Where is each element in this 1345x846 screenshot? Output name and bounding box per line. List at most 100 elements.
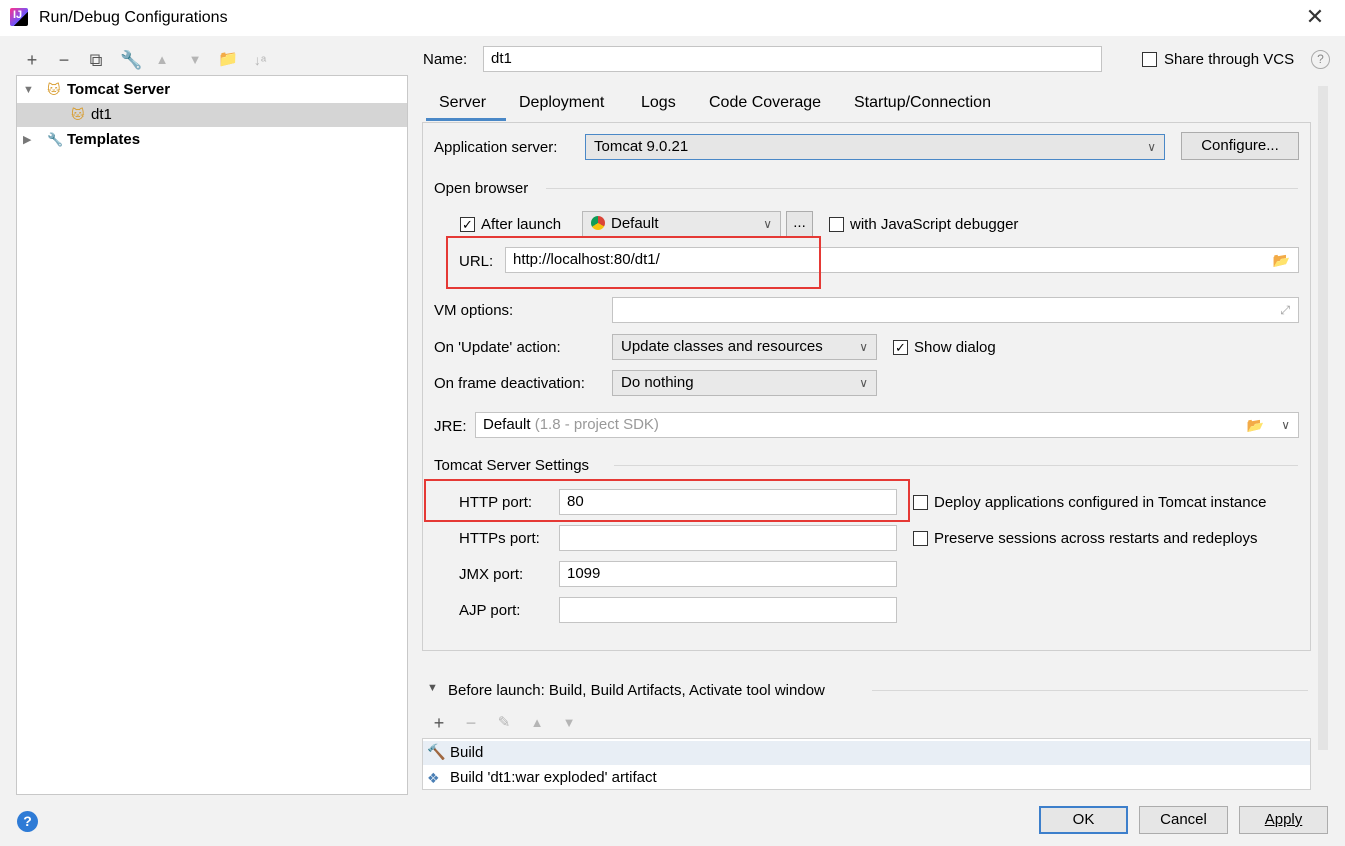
tab-startup-connection[interactable]: Startup/Connection (854, 94, 991, 112)
browser-select[interactable]: Default ∨ (582, 211, 781, 237)
folder-icon[interactable]: 📂 (1273, 248, 1290, 272)
jmx-port-label: JMX port: (459, 566, 524, 583)
help-icon[interactable]: ? (1311, 50, 1330, 69)
folder-icon[interactable]: 📂 (1247, 413, 1264, 437)
help-icon[interactable]: ? (17, 811, 38, 832)
move-down-icon[interactable]: ▼ (559, 713, 579, 733)
move-up-icon[interactable]: ▲ (527, 713, 547, 733)
before-launch-list[interactable]: 🔨 Build ❖ Build 'dt1:war exploded' artif… (422, 738, 1311, 790)
app-server-value: Tomcat 9.0.21 (594, 138, 689, 155)
browser-value: Default (611, 215, 659, 232)
tree-label-tomcat: Tomcat Server (67, 81, 171, 98)
configure-button[interactable]: Configure... (1181, 132, 1299, 160)
on-frame-label: On frame deactivation: (434, 375, 585, 392)
list-item[interactable]: 🔨 Build (423, 741, 1310, 765)
tab-server[interactable]: Server (439, 94, 486, 112)
share-vcs-checkbox[interactable] (1142, 52, 1157, 67)
on-frame-select[interactable]: Do nothing ∨ (612, 370, 877, 396)
tomcat-settings-label: Tomcat Server Settings (434, 457, 590, 474)
copy-icon[interactable]: ⧉ (86, 50, 106, 70)
chevron-down-icon[interactable]: ∨ (1281, 413, 1290, 437)
artifact-icon: ❖ (427, 770, 440, 786)
new-folder-icon[interactable]: 📁 (218, 50, 238, 70)
ajp-port-label: AJP port: (459, 602, 521, 619)
chevron-down-icon: ∨ (859, 376, 868, 390)
ok-button[interactable]: OK (1039, 806, 1128, 834)
jmx-port-input[interactable]: 1099 (559, 561, 897, 587)
after-launch-label: After launch (481, 216, 562, 233)
url-highlight-box (446, 236, 821, 289)
http-port-highlight-box (424, 479, 910, 522)
https-port-input[interactable] (559, 525, 897, 551)
https-port-label: HTTPs port: (459, 530, 540, 547)
show-dialog-label: Show dialog (914, 339, 996, 356)
tomcat-icon: 🐱 (47, 82, 61, 97)
on-update-label: On 'Update' action: (434, 339, 561, 356)
chrome-icon (591, 216, 605, 230)
preserve-sessions-label: Preserve sessions across restarts and re… (934, 530, 1258, 547)
after-launch-checkbox[interactable]: ✓ (460, 217, 475, 232)
show-dialog-checkbox[interactable]: ✓ (893, 340, 908, 355)
on-update-value: Update classes and resources (621, 338, 823, 355)
sort-icon[interactable]: ↓ᵃ (250, 50, 270, 70)
divider (614, 465, 1298, 466)
ajp-port-input[interactable] (559, 597, 897, 623)
jre-select[interactable]: Default (1.8 - project SDK) 📂 ∨ (475, 412, 1299, 438)
before-launch-title[interactable]: Before launch: Build, Build Artifacts, A… (448, 682, 825, 699)
edit-task-icon[interactable]: ✎ (494, 713, 514, 733)
chevron-down-icon: ∨ (859, 340, 868, 354)
tab-selected-indicator (426, 118, 506, 121)
name-label: Name: (423, 51, 468, 68)
task-label: Build (450, 744, 484, 761)
app-server-label: Application server: (434, 139, 558, 156)
js-debugger-checkbox[interactable] (829, 217, 844, 232)
tree-label-dt1: dt1 (91, 106, 112, 123)
chevron-down-icon[interactable]: ▼ (427, 682, 438, 694)
remove-icon[interactable]: − (54, 50, 74, 70)
tree-item-templates[interactable]: ▶ 🔧 Templates (17, 128, 407, 152)
move-down-icon[interactable]: ▼ (185, 50, 205, 70)
share-vcs-label: Share through VCS (1164, 51, 1295, 68)
expand-icon[interactable]: ⤢ (1280, 298, 1290, 322)
tab-deployment[interactable]: Deployment (519, 94, 604, 112)
chevron-down-icon: ∨ (763, 217, 772, 231)
js-debugger-label: with JavaScript debugger (850, 216, 1019, 233)
app-server-select[interactable]: Tomcat 9.0.21 ∨ (585, 134, 1165, 160)
tree-item-dt1[interactable]: 🐱 dt1 (17, 103, 407, 127)
hammer-icon: 🔨 (427, 744, 446, 761)
name-input[interactable]: dt1 (483, 46, 1102, 72)
tree-label-templates: Templates (67, 131, 141, 148)
tab-logs[interactable]: Logs (641, 94, 676, 112)
list-item[interactable]: ❖ Build 'dt1:war exploded' artifact (423, 766, 1310, 790)
wrench-icon[interactable]: 🔧 (120, 50, 142, 70)
configuration-tree[interactable]: ▼ 🐱 Tomcat Server 🐱 dt1 ▶ 🔧 Templates (16, 75, 408, 795)
add-task-icon[interactable]: + (429, 713, 449, 733)
intellij-app-icon: IJ (10, 8, 28, 26)
move-up-icon[interactable]: ▲ (152, 50, 172, 70)
divider (872, 690, 1308, 691)
preserve-sessions-checkbox[interactable] (913, 531, 928, 546)
vertical-scrollbar[interactable] (1318, 86, 1328, 750)
jre-hint: (1.8 - project SDK) (534, 416, 659, 433)
chevron-right-icon[interactable]: ▶ (23, 128, 31, 152)
tab-code-coverage[interactable]: Code Coverage (709, 94, 821, 112)
remove-task-icon[interactable]: − (461, 713, 481, 733)
cancel-button[interactable]: Cancel (1139, 806, 1228, 834)
chevron-down-icon[interactable]: ▼ (23, 78, 34, 102)
on-frame-value: Do nothing (621, 374, 694, 391)
open-browser-label: Open browser (434, 180, 529, 197)
browser-options-button[interactable]: ... (786, 211, 813, 237)
vm-options-input[interactable]: ⤢ (612, 297, 1299, 323)
close-icon[interactable]: ✕ (1303, 6, 1327, 30)
add-icon[interactable]: + (22, 50, 42, 70)
window-title: Run/Debug Configurations (39, 9, 228, 26)
jre-label: JRE: (434, 418, 467, 435)
on-update-select[interactable]: Update classes and resources ∨ (612, 334, 877, 360)
deploy-apps-checkbox[interactable] (913, 495, 928, 510)
deploy-apps-label: Deploy applications configured in Tomcat… (934, 494, 1267, 511)
wrench-icon: 🔧 (47, 132, 64, 147)
tree-item-tomcat-server[interactable]: ▼ 🐱 Tomcat Server (17, 78, 407, 102)
tomcat-icon: 🐱 (71, 107, 85, 122)
jre-value: Default (483, 416, 531, 433)
apply-button[interactable]: Apply (1239, 806, 1328, 834)
